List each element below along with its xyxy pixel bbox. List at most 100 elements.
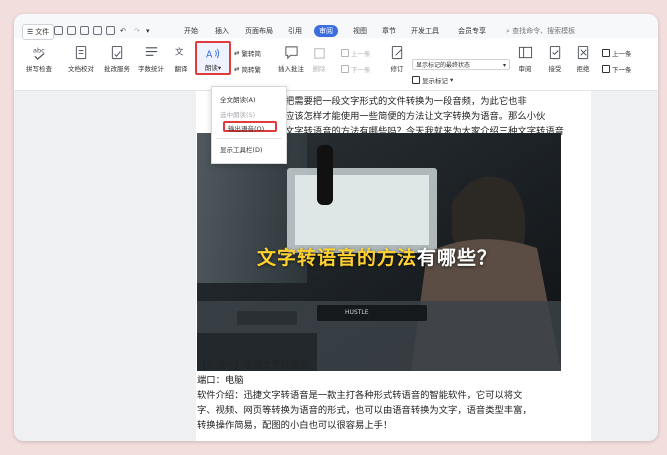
read-aloud-icon: A [206, 48, 219, 60]
accept-button[interactable]: 接受 [544, 45, 566, 73]
delete-comment-button[interactable]: 删除 [310, 45, 328, 73]
next-change-button[interactable]: 下一条 [602, 64, 632, 74]
intro-line: 字、视频、网页等转换为语音的形式，也可以由语音转换为文字，语音类型丰富， [197, 405, 532, 416]
spellcheck-button[interactable]: abc 拼写检查 [24, 45, 54, 74]
format-painter-icon[interactable] [106, 26, 115, 35]
menu-item-selection-read[interactable]: 选中朗读(S) [220, 109, 255, 119]
spellcheck-icon: abc [32, 47, 45, 60]
review-pane-label: 审阅 [518, 65, 532, 73]
translate-label: 翻译 [174, 65, 188, 73]
review-pane-button[interactable]: 审阅 [514, 45, 536, 73]
read-aloud-menu: 全文朗读(A) 选中朗读(S) 输出语音(O) 显示工具栏(D) [211, 86, 287, 164]
tab-start[interactable]: 开始 [184, 25, 198, 37]
print-icon[interactable] [67, 26, 76, 35]
prev-comment-icon [341, 49, 349, 57]
show-markup-icon [412, 76, 420, 84]
track-changes-label: 修订 [390, 65, 404, 73]
image-title-tail: 有哪些？ [417, 247, 498, 269]
delete-icon [313, 48, 325, 59]
insert-comment-label: 插入批注 [278, 65, 304, 73]
wps-window: ☰ 文件 ↶ ↷ ▾ 开始 插入 页面布局 引用 审阅 视图 章节 开发工具 会… [14, 14, 658, 441]
batch-service-button[interactable]: 批改服务 [102, 45, 132, 73]
markup-status-value: 显示标记的最终状态 [416, 62, 471, 69]
prev-change-button[interactable]: 上一条 [602, 48, 632, 58]
redo-icon[interactable]: ↷ [134, 25, 140, 37]
proofread-button[interactable]: 文档校对 [66, 45, 96, 73]
simplified-label: 繁转简 [241, 50, 261, 58]
read-aloud-button[interactable]: A 朗读▾ [195, 41, 231, 75]
traditional-button[interactable]: ⇄ 简转繁 [234, 64, 261, 74]
file-menu-label: 文件 [35, 28, 50, 36]
tab-page-layout[interactable]: 页面布局 [245, 25, 273, 37]
paragraph-line: 应该怎样才能使用一些简便的方法让文字转换为语音。那么小伙 [285, 111, 546, 122]
image-title-main: 文字转语音的方法 [257, 247, 418, 269]
svg-text:A: A [206, 49, 213, 60]
save-icon[interactable] [54, 26, 63, 35]
translate-icon: 文 [174, 46, 183, 56]
export-pdf-icon[interactable] [80, 26, 89, 35]
comment-icon [284, 46, 298, 60]
accept-icon [549, 45, 560, 60]
command-search[interactable]: ⌕ 查找命令、搜索模板 [506, 25, 575, 37]
prev-comment-button[interactable]: 上一条 [341, 48, 371, 58]
svg-text:abc: abc [32, 47, 44, 55]
tab-insert[interactable]: 插入 [215, 25, 229, 37]
svg-text:文: 文 [174, 46, 183, 56]
review-ribbon: abc 拼写检查 文档校对 批改服务 字数统计 文 翻译 ⇄ 繁转简 ⇄ 简转繁 插… [14, 40, 658, 91]
convert-icon: ⇄ [234, 49, 240, 57]
word-count-icon [145, 47, 157, 56]
hamburger-icon: ☰ [27, 28, 34, 36]
reject-icon [577, 45, 588, 60]
simplified-button[interactable]: ⇄ 繁转简 [234, 48, 261, 58]
reject-label: 拒绝 [576, 65, 590, 73]
show-markup-label: 显示标记 [422, 77, 448, 85]
method-title: 【方法一】使用文字转语音 [197, 360, 309, 371]
platform-line: 端口：电脑 [197, 375, 244, 386]
markup-status-select[interactable]: 显示标记的最终状态 ▾ [412, 59, 510, 70]
show-markup-button[interactable]: 显示标记 ▾ [412, 75, 453, 85]
convert-icon: ⇄ [234, 65, 240, 73]
next-comment-button[interactable]: 下一条 [341, 64, 371, 74]
batch-service-label: 批改服务 [104, 65, 130, 73]
next-comment-label: 下一条 [351, 66, 371, 74]
chevron-down-icon: ▾ [502, 62, 506, 69]
article-image[interactable]: 文字转语音的方法有哪些？ HUSTLE [197, 133, 561, 371]
tab-chapter[interactable]: 章节 [382, 25, 396, 37]
menu-divider [216, 138, 282, 139]
tab-review[interactable]: 审阅 [314, 25, 338, 37]
menu-item-output-audio[interactable]: 输出语音(O) [228, 123, 264, 133]
file-menu-button[interactable]: ☰ 文件 [22, 24, 55, 40]
traditional-label: 简转繁 [241, 66, 261, 74]
next-change-label: 下一条 [612, 66, 632, 74]
intro-line: 转换操作简易，配图的小白也可以很容易上手！ [197, 420, 393, 431]
translate-button[interactable]: 文 翻译 [170, 45, 192, 73]
menu-bar: ☰ 文件 ↶ ↷ ▾ 开始 插入 页面布局 引用 审阅 视图 章节 开发工具 会… [14, 14, 658, 40]
next-comment-icon [341, 65, 349, 73]
read-aloud-label: 朗读▾ [204, 64, 222, 72]
prev-change-label: 上一条 [612, 50, 632, 58]
spellcheck-label: 拼写检查 [26, 65, 52, 73]
batch-service-icon [111, 45, 122, 60]
tab-view[interactable]: 视图 [353, 25, 367, 37]
undo-icon[interactable]: ↶ [120, 25, 126, 37]
tab-references[interactable]: 引用 [288, 25, 302, 37]
review-pane-icon [518, 46, 532, 59]
track-changes-button[interactable]: 修订 [386, 45, 408, 73]
reject-button[interactable]: 拒绝 [572, 45, 594, 73]
word-count-button[interactable]: 字数统计 [136, 45, 166, 73]
proofread-icon [75, 45, 86, 60]
word-count-label: 字数统计 [138, 65, 164, 73]
insert-comment-button[interactable]: 插入批注 [276, 45, 306, 73]
prev-comment-label: 上一条 [351, 50, 371, 58]
chevron-down-icon: ▾ [450, 76, 454, 84]
image-title: 文字转语音的方法有哪些？ [257, 243, 497, 270]
menu-item-full-read[interactable]: 全文朗读(A) [220, 94, 256, 104]
delete-label: 删除 [312, 65, 326, 73]
tab-member[interactable]: 会员专享 [458, 25, 486, 37]
intro-line: 软件介绍：迅捷文字转语音是一款主打各种形式转语音的智能软件，它可以将文 [197, 390, 523, 401]
paragraph-line: 把需要把一段文字形式的文件转换为一段音频，为此它也非 [285, 96, 527, 107]
print-preview-icon[interactable] [93, 26, 102, 35]
tab-developer[interactable]: 开发工具 [411, 25, 439, 37]
menu-item-show-toolbar[interactable]: 显示工具栏(D) [220, 144, 263, 154]
more-icon[interactable]: ▾ [146, 25, 150, 37]
